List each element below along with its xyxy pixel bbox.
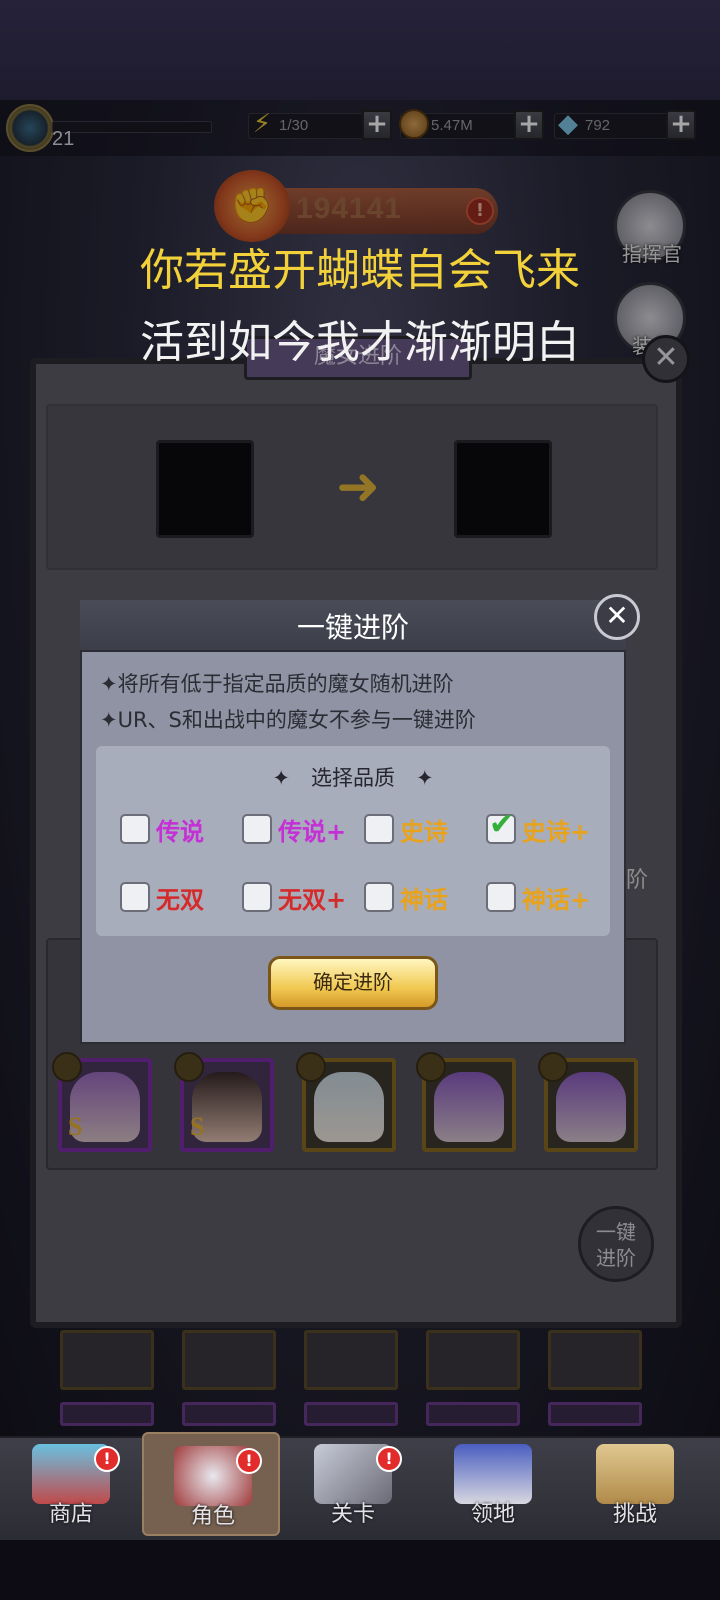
nav-label: 角色 — [190, 1504, 235, 1529]
quality-label: 无双 — [156, 885, 204, 914]
castle-icon — [454, 1444, 532, 1504]
quality-option[interactable]: 无双+ — [242, 880, 346, 914]
nav-tab-shop[interactable]: ! 商店 — [2, 1432, 140, 1536]
notification-badge: ! — [236, 1448, 262, 1474]
confirm-advance-button[interactable]: 确定进阶 — [268, 956, 438, 1010]
checkbox[interactable] — [364, 882, 394, 912]
checkbox[interactable] — [120, 814, 150, 844]
nav-label: 关卡 — [330, 1502, 375, 1527]
checkbox[interactable] — [486, 882, 516, 912]
dialog-note: ✦将所有低于指定品质的魔女随机进阶 — [100, 672, 454, 696]
map-scroll-icon — [596, 1444, 674, 1504]
checkbox[interactable] — [120, 882, 150, 912]
dialog-close-button[interactable]: ✕ — [594, 594, 640, 640]
nav-label: 商店 — [48, 1502, 93, 1527]
checkbox[interactable] — [242, 814, 272, 844]
quality-title: ✦ 选择品质 ✦ — [272, 766, 434, 790]
lyric-line-2: 活到如今我才渐渐明白 — [140, 317, 580, 368]
dialog-title: 一键进阶 — [296, 611, 409, 644]
checkbox-checked[interactable]: ✔ — [486, 808, 516, 844]
lyric-line-1: 你若盛开蝴蝶自会飞来 — [140, 245, 580, 296]
checkmark-icon: ✔ — [489, 807, 515, 842]
quality-option[interactable]: 传说+ — [242, 812, 346, 846]
quality-label: 传说 — [156, 817, 204, 846]
notification-badge: ! — [376, 1446, 402, 1472]
nav-label: 挑战 — [612, 1502, 657, 1527]
quality-label: 传说+ — [278, 817, 347, 846]
top-band — [0, 0, 720, 100]
quality-option[interactable]: 无双 — [120, 880, 204, 914]
quality-label: 神话+ — [522, 885, 591, 914]
quality-label: 神话 — [400, 885, 448, 914]
nav-tab-challenge[interactable]: 挑战 — [566, 1432, 704, 1536]
nav-label: 领地 — [470, 1502, 515, 1527]
quality-option[interactable]: ✔ 史诗+ — [486, 808, 591, 846]
nav-tab-territory[interactable]: 领地 — [424, 1432, 562, 1536]
quality-label: 无双+ — [278, 885, 347, 914]
bottom-strip — [0, 1540, 720, 1600]
nav-tab-character[interactable]: ! 角色 — [142, 1432, 280, 1536]
quality-option[interactable]: 神话+ — [486, 880, 590, 914]
quality-option[interactable]: 史诗 — [364, 812, 448, 846]
quality-option[interactable]: 传说 — [120, 812, 204, 846]
nav-tab-stage[interactable]: ! 关卡 — [284, 1432, 422, 1536]
dialog-note: ✦UR、S和出战中的魔女不参与一键进阶 — [100, 708, 476, 732]
checkbox[interactable] — [364, 814, 394, 844]
quality-label: 史诗 — [400, 817, 448, 846]
notification-badge: ! — [94, 1446, 120, 1472]
checkbox[interactable] — [242, 882, 272, 912]
quality-label: 史诗+ — [522, 817, 591, 846]
quality-option[interactable]: 神话 — [364, 880, 448, 914]
